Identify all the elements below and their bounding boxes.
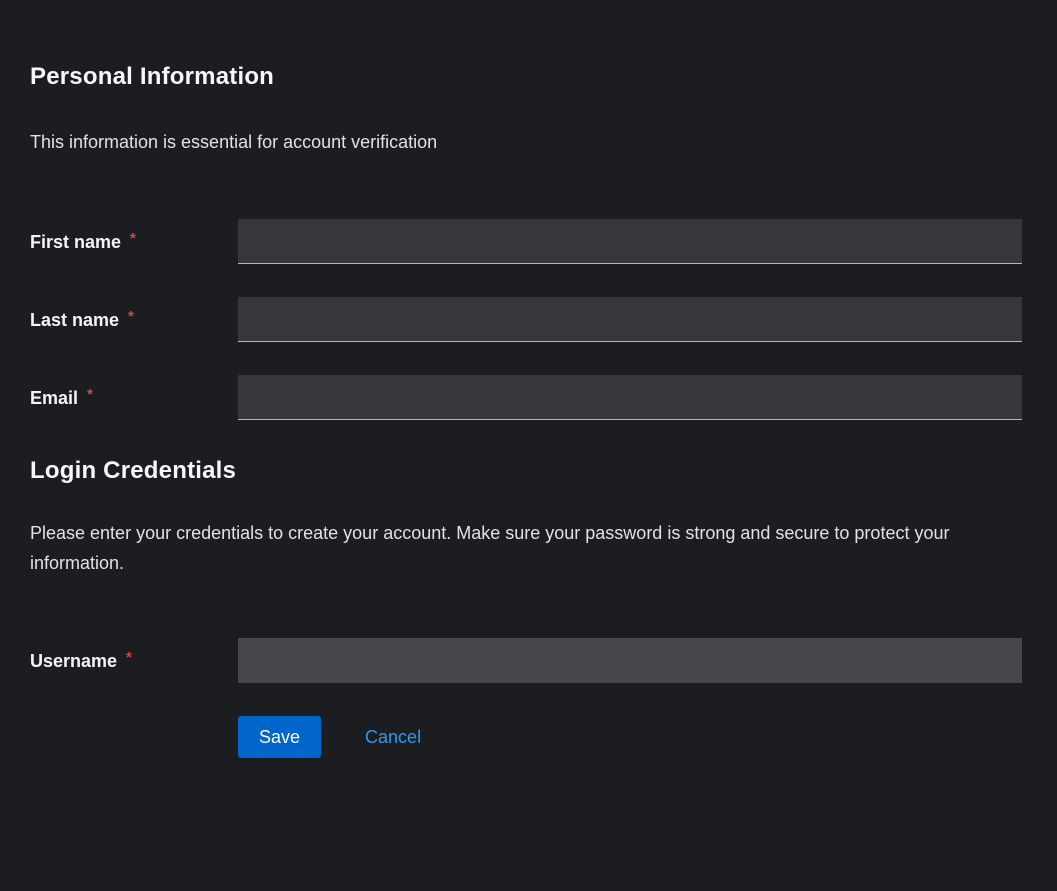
required-asterisk: * [130,230,136,247]
login-credentials-title: Login Credentials [30,455,1022,486]
last-name-input[interactable] [238,297,1022,342]
username-row: Username * [30,638,1022,683]
username-label: Username [30,650,117,672]
account-form-page: Personal Information This information is… [0,61,1057,891]
email-row: Email * [30,375,1022,420]
first-name-label: First name [30,231,121,253]
save-button[interactable]: Save [238,716,321,758]
first-name-label-cell: First name * [30,231,238,253]
username-label-cell: Username * [30,650,238,672]
required-asterisk: * [128,308,134,325]
action-group: Save Cancel [238,716,1022,758]
login-credentials-description: Please enter your credentials to create … [30,518,995,578]
required-asterisk: * [87,386,93,403]
personal-information-section: Personal Information This information is… [30,61,1022,420]
email-label: Email [30,387,78,409]
form-actions-row: Save Cancel [30,716,1022,758]
email-label-cell: Email * [30,387,238,409]
personal-information-form: First name * Last name * Email * [30,219,1022,420]
first-name-input[interactable] [238,219,1022,264]
email-input[interactable] [238,375,1022,420]
personal-information-title: Personal Information [30,61,1022,92]
last-name-label-cell: Last name * [30,309,238,331]
cancel-link[interactable]: Cancel [365,727,421,748]
username-input[interactable] [238,638,1022,683]
login-credentials-section: Login Credentials Please enter your cred… [30,455,1022,758]
required-asterisk: * [126,649,132,666]
last-name-row: Last name * [30,297,1022,342]
last-name-label: Last name [30,309,119,331]
personal-information-description: This information is essential for accoun… [30,127,995,157]
first-name-row: First name * [30,219,1022,264]
login-credentials-form: Username * Save Cancel [30,638,1022,758]
